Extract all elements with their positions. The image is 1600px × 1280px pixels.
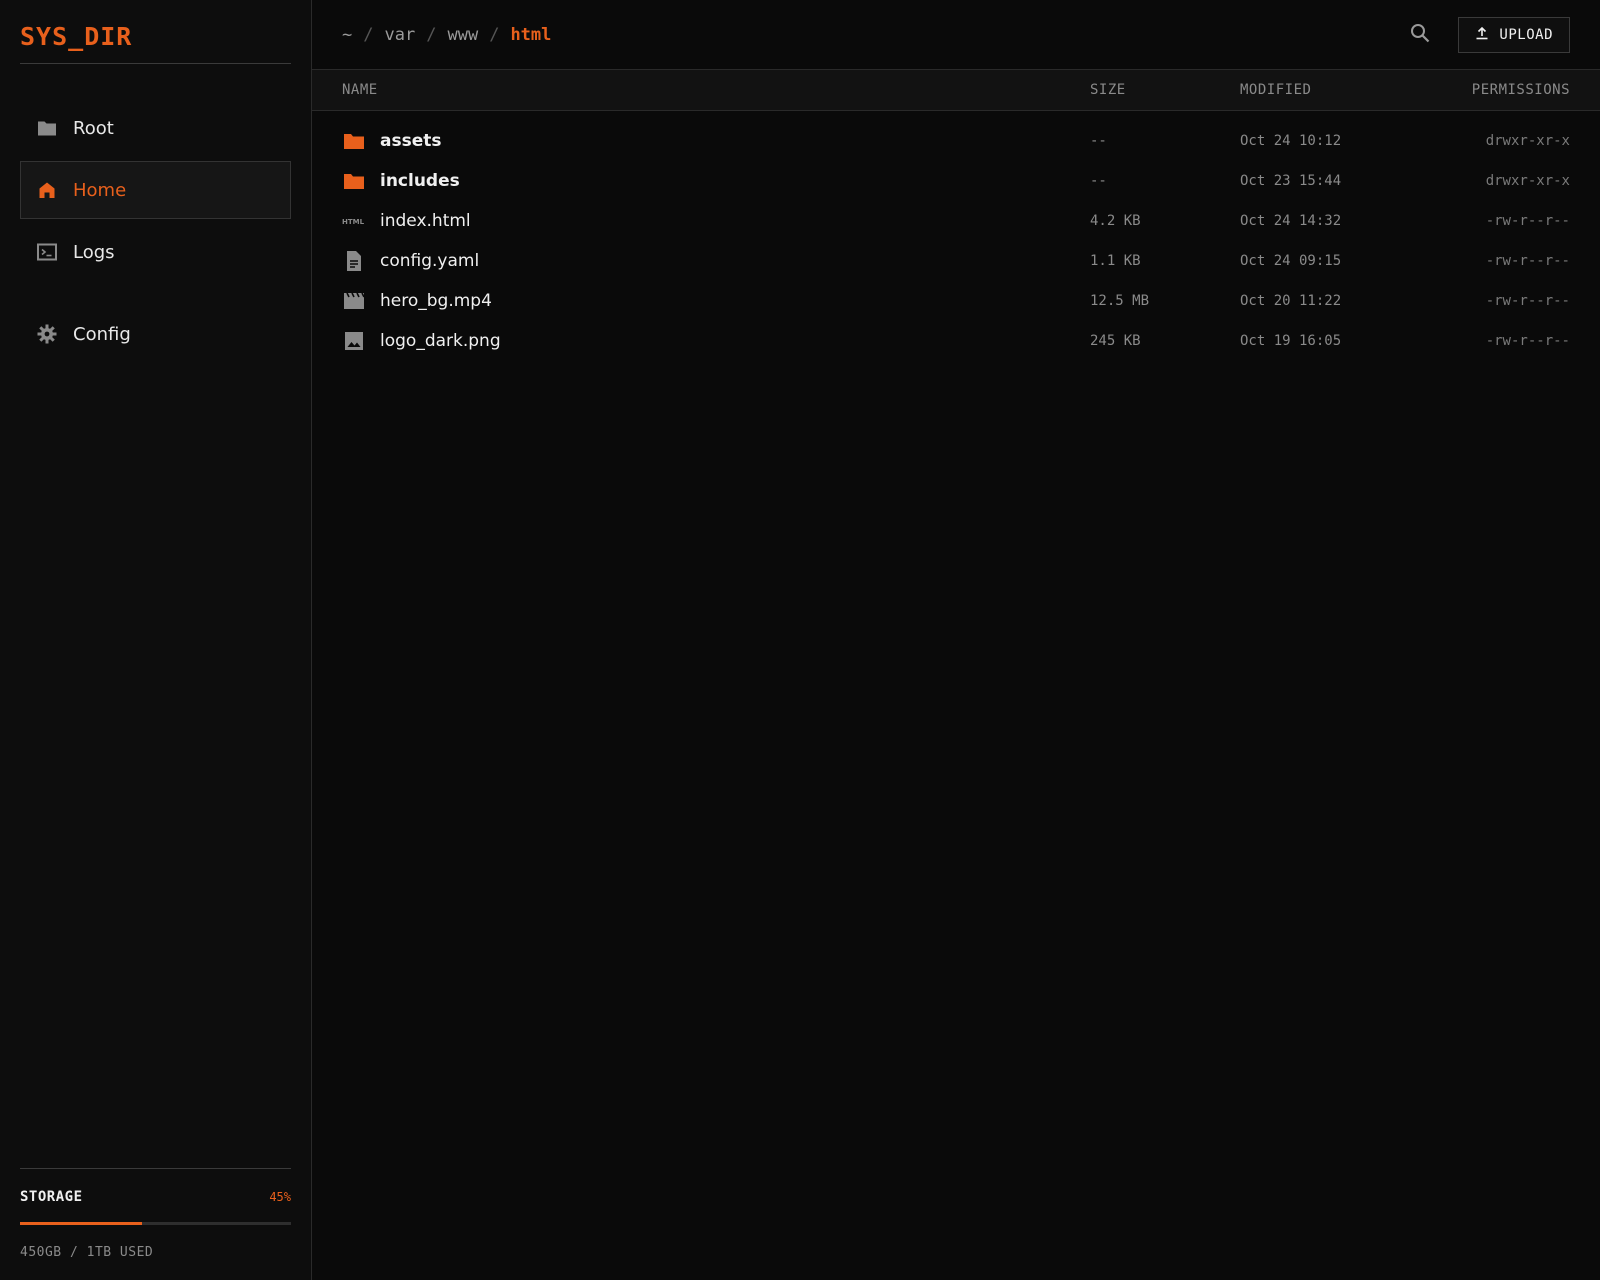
file-size: 12.5 MB [1090, 293, 1150, 309]
main-panel: ~ / var / www / html UPLOAD NAME SIZE MO… [312, 0, 1600, 1280]
table-row[interactable]: HTML index.html 4.2 KB Oct 24 14:32 -rw-… [312, 201, 1600, 241]
breadcrumb-var[interactable]: var [385, 25, 416, 45]
breadcrumb: ~ / var / www / html [342, 25, 1402, 45]
folder-icon [342, 169, 366, 193]
upload-label: UPLOAD [1499, 26, 1553, 43]
home-icon [37, 180, 57, 200]
file-size: 245 KB [1090, 333, 1141, 349]
sidebar-item-home[interactable]: Home [20, 161, 291, 219]
sidebar-item-label: Root [73, 117, 114, 139]
file-size: -- [1090, 173, 1107, 189]
folder-icon [342, 129, 366, 153]
search-icon [1410, 23, 1430, 47]
folder-icon [37, 118, 57, 138]
table-row[interactable]: config.yaml 1.1 KB Oct 24 09:15 -rw-r--r… [312, 241, 1600, 281]
file-size: -- [1090, 133, 1107, 149]
sidebar: SYS_DIR Root Home Logs Config STORAGE 45… [0, 0, 312, 1280]
document-icon [342, 249, 366, 273]
breadcrumb-separator: / [363, 24, 374, 45]
video-icon [342, 289, 366, 313]
sidebar-item-label: Home [73, 179, 127, 201]
column-header-name[interactable]: NAME [342, 82, 1090, 98]
storage-progress-fill [20, 1222, 142, 1225]
file-modified: Oct 23 15:44 [1240, 173, 1342, 189]
storage-title: STORAGE [20, 1189, 83, 1205]
upload-button[interactable]: UPLOAD [1458, 16, 1570, 53]
file-modified: Oct 24 09:15 [1240, 253, 1342, 269]
file-size: 1.1 KB [1090, 253, 1141, 269]
svg-text:HTML: HTML [342, 218, 365, 226]
file-name: index.html [380, 211, 471, 231]
brand-logo: SYS_DIR [20, 0, 291, 64]
sidebar-item-root[interactable]: Root [20, 99, 291, 157]
file-name: logo_dark.png [380, 331, 501, 351]
file-modified: Oct 19 16:05 [1240, 333, 1342, 349]
storage-usage-text: 450GB / 1TB USED [20, 1245, 154, 1260]
top-bar: ~ / var / www / html UPLOAD [312, 0, 1600, 70]
terminal-icon [37, 242, 57, 262]
file-permissions: -rw-r--r-- [1485, 213, 1570, 229]
table-row[interactable]: includes -- Oct 23 15:44 drwxr-xr-x [312, 161, 1600, 201]
file-size: 4.2 KB [1090, 213, 1141, 229]
file-permissions: -rw-r--r-- [1485, 333, 1570, 349]
breadcrumb-www[interactable]: www [447, 25, 478, 45]
file-name: hero_bg.mp4 [380, 291, 492, 311]
file-permissions: drwxr-xr-x [1485, 173, 1570, 189]
breadcrumb-separator: / [489, 24, 500, 45]
file-permissions: -rw-r--r-- [1485, 253, 1570, 269]
storage-progress-bar [20, 1222, 291, 1225]
html-file-icon: HTML [342, 209, 366, 233]
breadcrumb-separator: / [426, 24, 437, 45]
search-button[interactable] [1402, 17, 1438, 53]
column-header-modified[interactable]: MODIFIED [1240, 82, 1440, 98]
gear-icon [37, 324, 57, 344]
breadcrumb-home[interactable]: ~ [342, 25, 352, 45]
file-modified: Oct 24 10:12 [1240, 133, 1342, 149]
table-header: NAME SIZE MODIFIED PERMISSIONS [312, 70, 1600, 111]
file-list: assets -- Oct 24 10:12 drwxr-xr-x includ… [312, 111, 1600, 361]
file-name: includes [380, 171, 460, 191]
sidebar-item-config[interactable]: Config [20, 305, 291, 363]
table-row[interactable]: hero_bg.mp4 12.5 MB Oct 20 11:22 -rw-r--… [312, 281, 1600, 321]
table-row[interactable]: assets -- Oct 24 10:12 drwxr-xr-x [312, 121, 1600, 161]
upload-icon [1475, 26, 1489, 44]
file-name: assets [380, 131, 442, 151]
file-permissions: -rw-r--r-- [1485, 293, 1570, 309]
storage-percent: 45% [269, 1190, 291, 1204]
sidebar-item-label: Logs [73, 241, 115, 263]
storage-widget: STORAGE 45% 450GB / 1TB USED [20, 1168, 291, 1260]
sidebar-nav: Root Home Logs Config [20, 99, 291, 367]
image-icon [342, 329, 366, 353]
file-name: config.yaml [380, 251, 480, 271]
sidebar-item-label: Config [73, 323, 131, 345]
file-modified: Oct 20 11:22 [1240, 293, 1342, 309]
file-permissions: drwxr-xr-x [1485, 133, 1570, 149]
file-modified: Oct 24 14:32 [1240, 213, 1342, 229]
column-header-size[interactable]: SIZE [1090, 82, 1240, 98]
table-row[interactable]: logo_dark.png 245 KB Oct 19 16:05 -rw-r-… [312, 321, 1600, 361]
column-header-permissions[interactable]: PERMISSIONS [1440, 82, 1570, 98]
breadcrumb-current[interactable]: html [510, 25, 551, 45]
sidebar-item-logs[interactable]: Logs [20, 223, 291, 281]
